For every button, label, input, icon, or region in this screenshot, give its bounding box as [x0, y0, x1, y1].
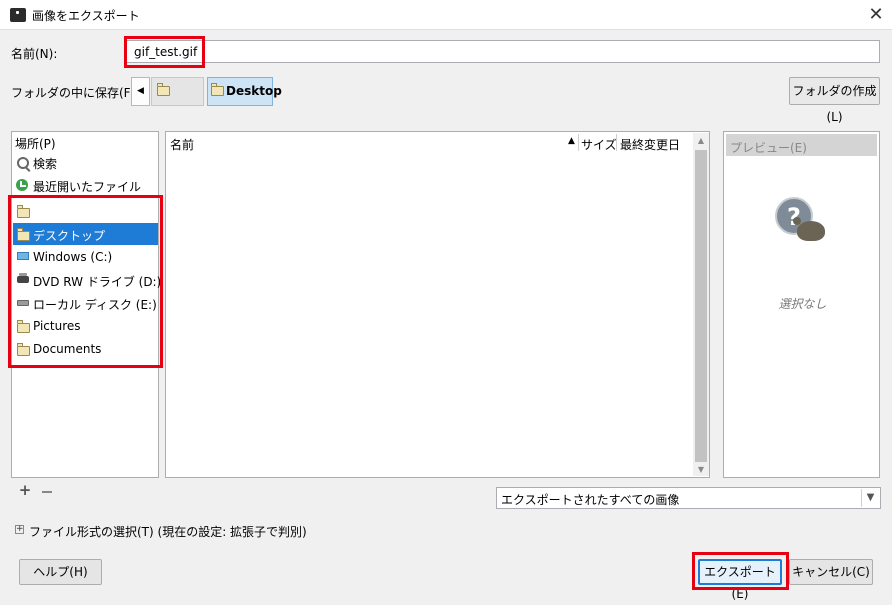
title-bar: 画像をエクスポート ✕ [0, 0, 892, 30]
places-item-label: Windows (C:) [33, 250, 113, 264]
vertical-scrollbar[interactable]: ▲ ▼ [693, 133, 709, 476]
places-item-home[interactable] [13, 200, 158, 222]
places-item-recent[interactable]: 最近開いたファイル [13, 174, 158, 196]
column-separator [616, 134, 617, 151]
breadcrumb-desktop[interactable]: Desktop [207, 77, 282, 106]
places-item-pictures[interactable]: Pictures [13, 315, 158, 337]
scroll-up-icon[interactable]: ▲ [693, 133, 709, 149]
recent-icon [16, 179, 28, 191]
places-item-windows-c[interactable]: Windows (C:) [13, 246, 158, 268]
create-folder-button[interactable]: フォルダの作成(L) [789, 77, 880, 124]
file-type-expander-label: ファイル形式の選択(T) (現在の設定: 拡張子で判別) [29, 525, 307, 539]
export-button[interactable]: エクスポート(E) [698, 559, 782, 601]
name-label: 名前(N): [11, 47, 58, 61]
preview-toggle[interactable]: プレビュー(E) [726, 134, 877, 156]
help-button[interactable]: ヘルプ(H) [19, 559, 102, 585]
file-type-filter-value: エクスポートされたすべての画像 [501, 493, 680, 507]
folder-icon [17, 320, 30, 333]
places-item-dvd-d[interactable]: DVD RW ドライブ (D:) [13, 269, 162, 291]
path-back-button[interactable]: ◀ [131, 77, 150, 106]
places-panel: 場所(P) 検索 最近開いたファイル デスクトップ Windows (C:) D… [11, 131, 162, 478]
save-in-folder-label: フォルダの中に保存(F): [11, 86, 140, 100]
column-header-size[interactable]: サイズ [581, 136, 617, 153]
places-item-desktop[interactable]: デスクトップ [13, 223, 158, 245]
folder-icon [17, 228, 30, 241]
remove-bookmark-button[interactable] [40, 484, 54, 498]
places-item-label: DVD RW ドライブ (D:) [33, 275, 162, 289]
sort-ascending-icon: ▲ [568, 136, 575, 146]
close-button[interactable]: ✕ [862, 2, 890, 28]
no-preview-icon: ? [775, 197, 827, 247]
places-item-label: ローカル ディスク (E:) [33, 298, 157, 312]
places-item-search[interactable]: 検索 [13, 151, 158, 173]
file-list[interactable]: 名前 ▲ サイズ 最終変更日 ▲ ▼ [165, 131, 710, 478]
column-header-name[interactable]: 名前 [170, 136, 194, 153]
windows-drive-icon [17, 252, 29, 260]
breadcrumb-home[interactable] [151, 77, 204, 106]
places-item-local-e[interactable]: ローカル ディスク (E:) [13, 292, 158, 314]
add-bookmark-button[interactable]: + [18, 483, 32, 498]
column-header-modified[interactable]: 最終変更日 [620, 136, 680, 153]
scrollbar-thumb[interactable] [695, 150, 707, 462]
breadcrumb-desktop-label: Desktop [226, 84, 282, 98]
places-header: 場所(P) [15, 137, 56, 151]
folder-icon [17, 205, 30, 218]
gimp-wilber-icon [793, 217, 825, 241]
places-item-label: Documents [33, 342, 102, 356]
scroll-down-icon[interactable]: ▼ [693, 463, 709, 476]
app-icon [10, 8, 26, 22]
preview-panel: プレビュー(E) ? 選択なし [723, 131, 880, 478]
places-item-label: デスクトップ [33, 229, 106, 243]
places-item-label: 最近開いたファイル [33, 180, 142, 194]
dvd-drive-icon [17, 273, 29, 283]
folder-icon [17, 343, 30, 356]
expand-icon: + [15, 524, 24, 534]
filename-input[interactable] [126, 40, 880, 63]
preview-empty-text: 選択なし [778, 297, 827, 311]
places-item-label: 検索 [33, 157, 58, 171]
chevron-down-icon[interactable]: ▼ [861, 489, 879, 507]
column-separator [578, 134, 579, 151]
places-item-documents[interactable]: Documents [13, 338, 158, 360]
cancel-button[interactable]: キャンセル(C) [789, 559, 873, 585]
folder-icon [211, 83, 224, 96]
window-title: 画像をエクスポート [32, 9, 140, 23]
search-icon [17, 157, 29, 169]
places-item-label: Pictures [33, 319, 81, 333]
file-type-filter-select[interactable]: エクスポートされたすべての画像 ▼ [496, 487, 881, 509]
folder-icon [157, 83, 170, 96]
disk-icon [17, 300, 29, 306]
